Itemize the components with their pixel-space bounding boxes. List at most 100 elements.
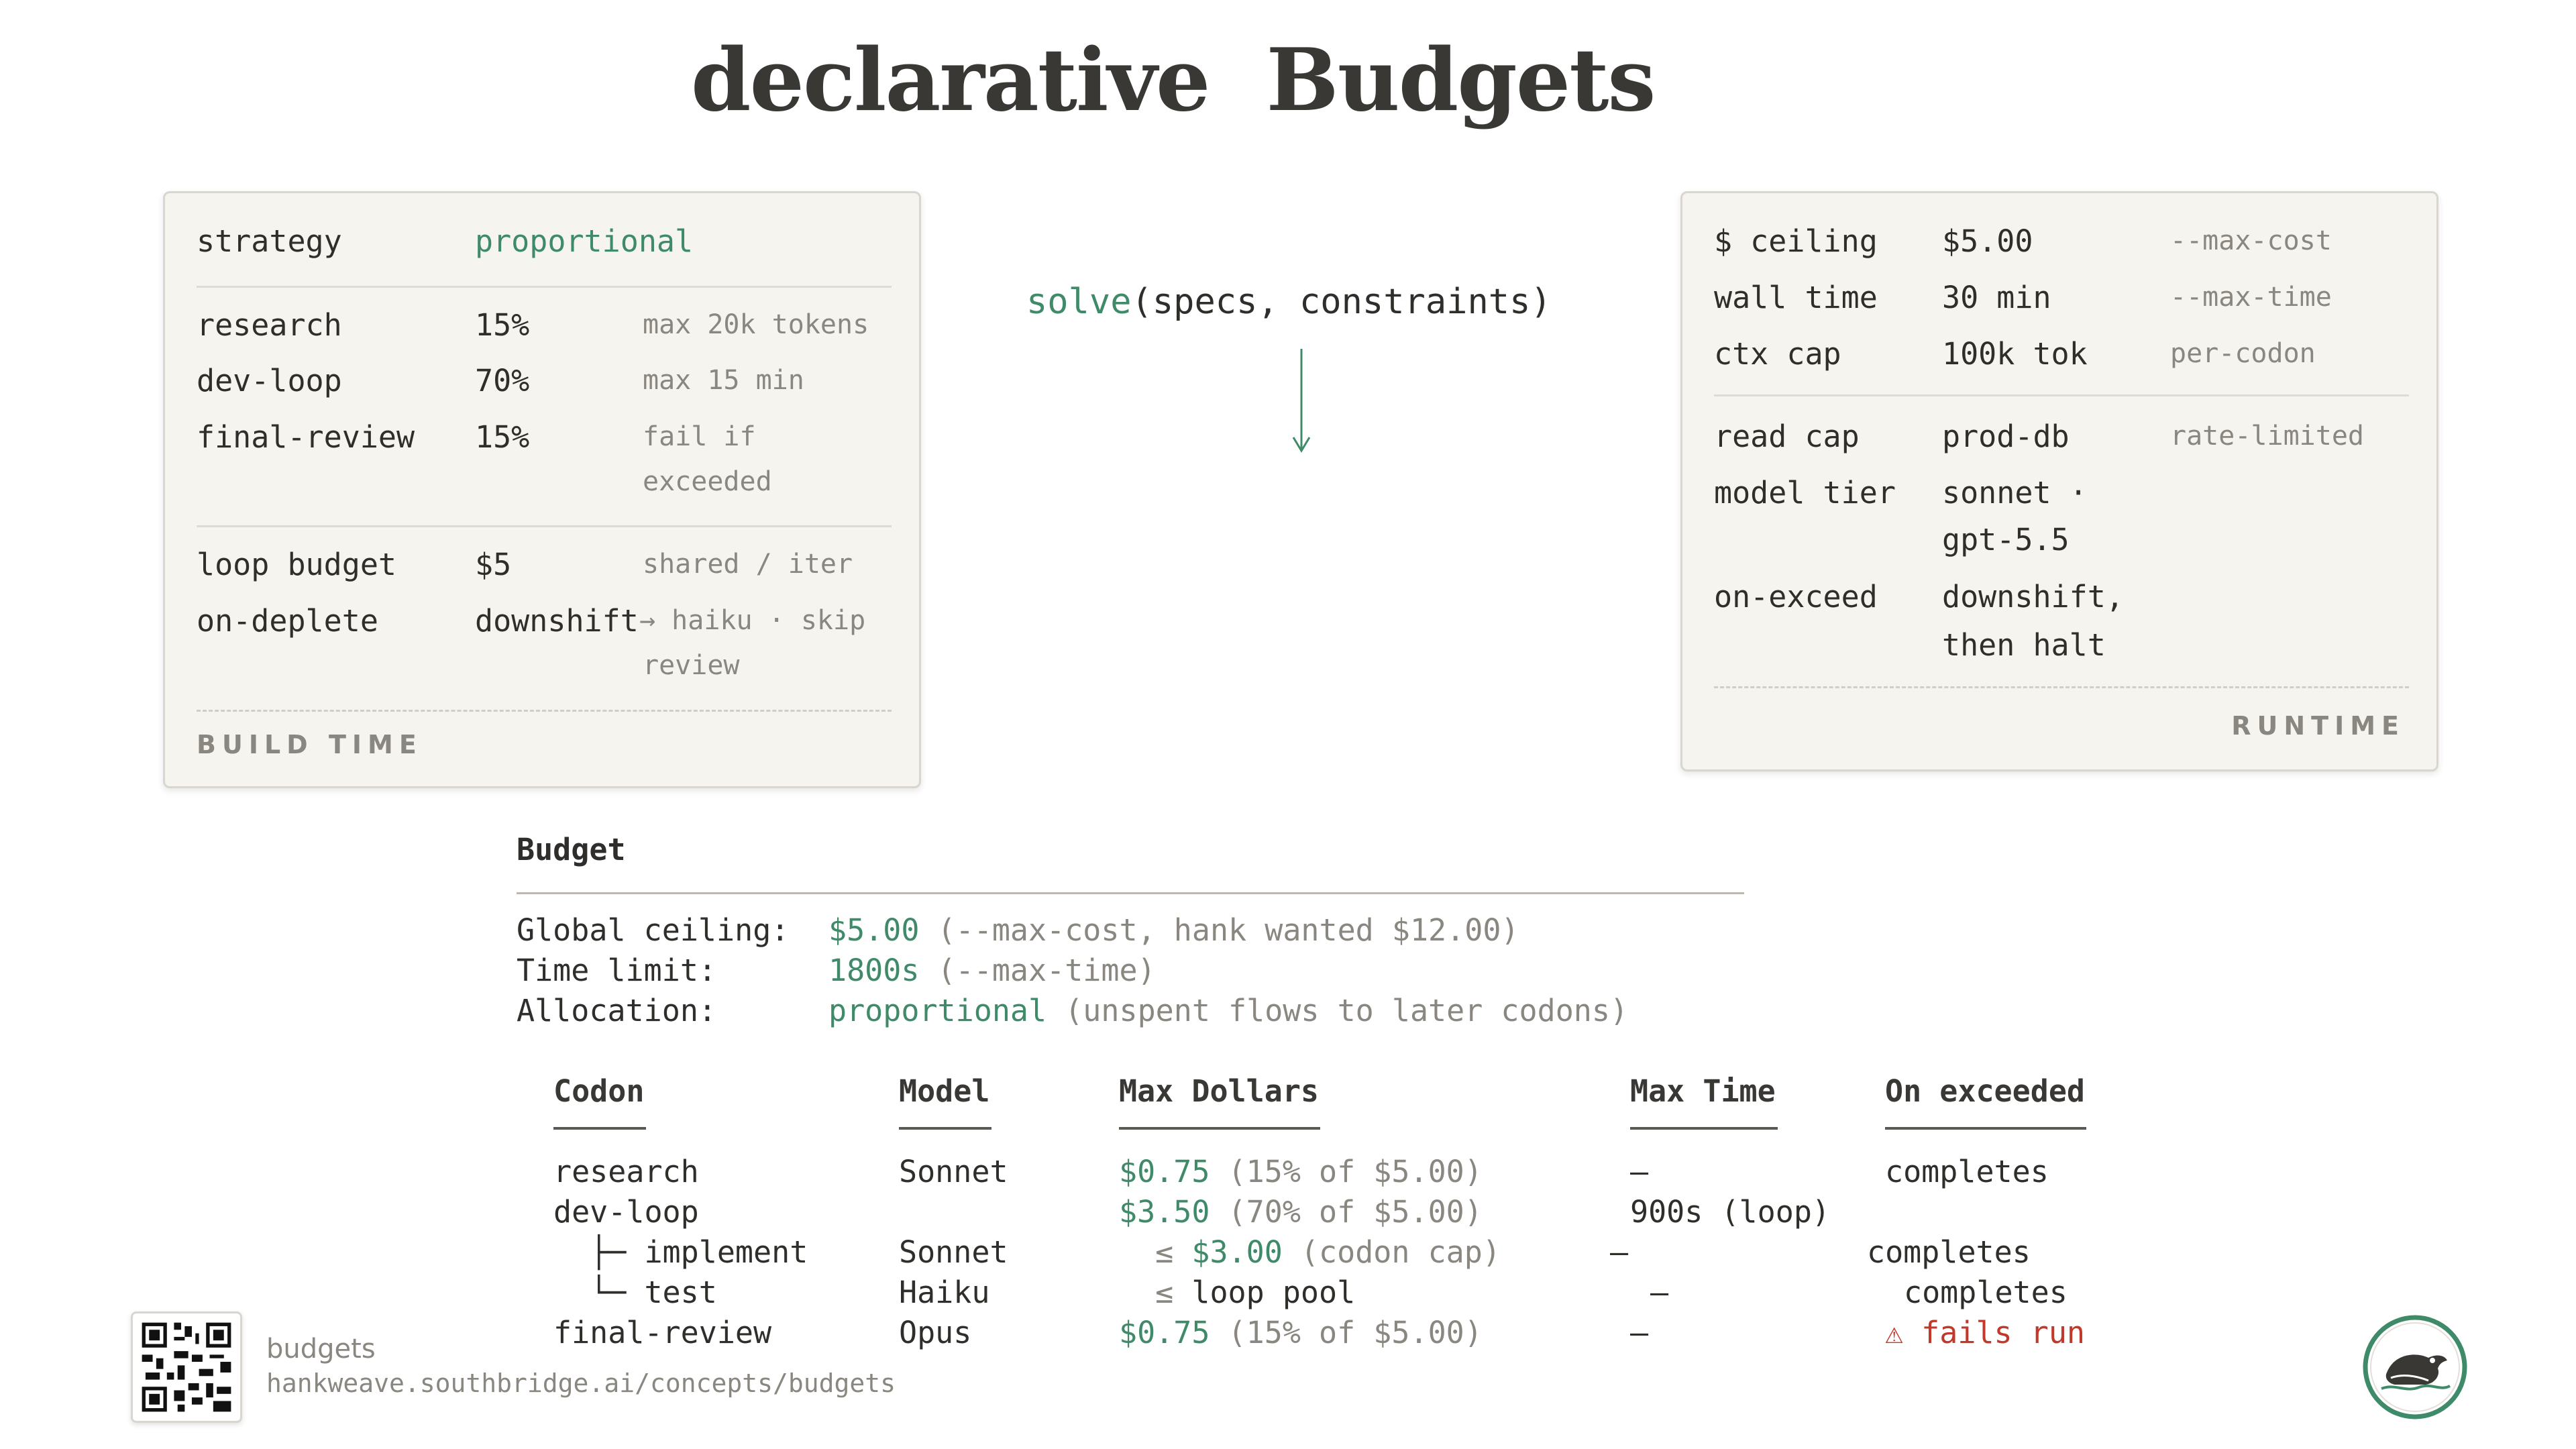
on-deplete-note: → haiku · skip xyxy=(639,605,866,636)
build-time-panel: strategy proportional research 15% max 2… xyxy=(163,191,921,788)
table-row-model: Sonnet xyxy=(899,1234,1008,1270)
footer-page-name: budgets xyxy=(266,1334,376,1364)
header-underline xyxy=(1885,1127,2086,1130)
table-row-model: Haiku xyxy=(899,1275,990,1310)
runtime-panel: $ ceiling $5.00 --max-cost wall time 30 … xyxy=(1680,191,2438,771)
alloc-value: 70% xyxy=(475,363,530,398)
table-row-exceeded: completes xyxy=(1867,1234,2031,1270)
runtime-key: model tier xyxy=(1714,475,1896,511)
alloc-value: 15% xyxy=(475,307,530,343)
table-row-time: 900s (loop) xyxy=(1630,1194,1831,1230)
alloc-note-cont: exceeded xyxy=(643,466,772,497)
table-row-dollars: ≤ $3.00 (codon cap) xyxy=(1119,1234,1501,1270)
runtime-key: ctx cap xyxy=(1714,336,1841,372)
alloc-note: max 20k tokens xyxy=(643,309,869,340)
table-row-exceeded: completes xyxy=(1904,1275,2068,1310)
dollars-prefix: ≤ xyxy=(1119,1234,1192,1270)
footer-url-link[interactable]: hankweave.southbridge.ai/concepts/budget… xyxy=(266,1368,896,1398)
alloc-note: max 15 min xyxy=(643,365,804,396)
runtime-key: read cap xyxy=(1714,419,1860,454)
allocation-note: (unspent flows to later codons) xyxy=(1046,993,1629,1028)
strategy-key: strategy xyxy=(197,223,342,259)
loop-budget-value: $5 xyxy=(475,547,512,582)
qr-code-icon[interactable] xyxy=(131,1311,242,1423)
dollars-prefix: ≤ xyxy=(1119,1275,1192,1310)
time-limit-value: 1800s xyxy=(828,953,920,988)
table-row-dollars: $0.75 (15% of $5.00) xyxy=(1119,1154,1483,1189)
runtime-caption: RUNTIME xyxy=(2231,711,2405,741)
runtime-value-cont: gpt-5.5 xyxy=(1942,522,2070,557)
dollars-note: (15% of $5.00) xyxy=(1210,1154,1483,1189)
dollars-note: loop pool xyxy=(1191,1275,1356,1310)
allocation-value-group: proportional (unspent flows to later cod… xyxy=(828,993,1628,1028)
table-row-dollars: $0.75 (15% of $5.00) xyxy=(1119,1315,1483,1350)
qr-code-graphic xyxy=(135,1316,238,1419)
divider xyxy=(1714,686,2409,688)
on-deplete-value: downshift xyxy=(475,603,639,639)
on-deplete-note-cont: review xyxy=(643,650,740,681)
table-row-codon: ├─ implement xyxy=(553,1234,808,1270)
solve-function: solve xyxy=(1026,282,1132,322)
on-deplete-key: on-deplete xyxy=(197,603,378,639)
table-row-codon: └─ test xyxy=(553,1275,717,1310)
divider xyxy=(197,525,892,527)
runtime-note: per-codon xyxy=(2170,338,2316,369)
runtime-value: 100k tok xyxy=(1942,336,2088,372)
table-row-time: — xyxy=(1650,1275,1669,1310)
global-ceiling-note: (--max-cost, hank wanted $12.00) xyxy=(919,912,1519,948)
runtime-key: wall time xyxy=(1714,280,1878,315)
loop-budget-note: shared / iter xyxy=(643,549,853,580)
allocation-label: Allocation: xyxy=(517,993,717,1028)
budget-rule xyxy=(517,892,1744,894)
runtime-value: sonnet · xyxy=(1942,475,2088,511)
table-row-model: Opus xyxy=(899,1315,972,1350)
table-row-exceeded-fail: ⚠ fails run xyxy=(1885,1315,2086,1350)
col-header-on-exceeded: On exceeded xyxy=(1885,1073,2086,1130)
time-limit-label: Time limit: xyxy=(517,953,717,988)
col-header-label: Max Dollars xyxy=(1119,1073,1320,1109)
runtime-value: downshift, xyxy=(1942,579,2124,614)
dollars-note: (codon cap) xyxy=(1282,1234,1501,1270)
table-row-time: — xyxy=(1630,1315,1649,1350)
dollars-value: $3.00 xyxy=(1191,1234,1283,1270)
dollars-value: $0.75 xyxy=(1119,1315,1210,1350)
header-underline xyxy=(553,1127,646,1130)
dollars-value: $0.75 xyxy=(1119,1154,1210,1189)
runtime-key: on-exceed xyxy=(1714,579,1878,614)
table-row-codon: dev-loop xyxy=(553,1194,699,1230)
col-header-label: Codon xyxy=(553,1073,645,1109)
col-header-label: On exceeded xyxy=(1885,1073,2086,1109)
global-ceiling-value-group: $5.00 (--max-cost, hank wanted $12.00) xyxy=(828,912,1519,948)
alloc-key: research xyxy=(197,307,342,343)
col-header-label: Max Time xyxy=(1630,1073,1776,1109)
hankweave-logo-icon xyxy=(2363,1315,2467,1419)
budget-heading: Budget xyxy=(517,832,626,867)
table-row-exceeded: completes xyxy=(1885,1154,2049,1189)
runtime-key: $ ceiling xyxy=(1714,223,1878,259)
col-header-max-dollars: Max Dollars xyxy=(1119,1073,1320,1130)
header-underline xyxy=(1630,1127,1778,1130)
runtime-note: --max-time xyxy=(2170,282,2332,313)
allocation-value: proportional xyxy=(828,993,1047,1028)
col-header-codon: Codon xyxy=(553,1073,646,1130)
table-row-model: Sonnet xyxy=(899,1154,1008,1189)
divider xyxy=(197,286,892,288)
table-row-dollars: $3.50 (70% of $5.00) xyxy=(1119,1194,1483,1230)
runtime-value-cont: then halt xyxy=(1942,627,2106,663)
alloc-value: 15% xyxy=(475,419,530,455)
runtime-note: --max-cost xyxy=(2170,225,2332,256)
col-header-label: Model xyxy=(899,1073,990,1109)
alloc-note: fail if xyxy=(643,421,756,452)
time-limit-note: (--max-time) xyxy=(919,953,1156,988)
header-underline xyxy=(899,1127,991,1130)
table-row-time: — xyxy=(1610,1234,1629,1270)
table-row-codon: final-review xyxy=(553,1315,772,1350)
runtime-value: 30 min xyxy=(1942,280,2051,315)
alloc-key: dev-loop xyxy=(197,363,342,398)
dollars-value: $3.50 xyxy=(1119,1194,1210,1230)
divider xyxy=(197,710,892,712)
alloc-key: final-review xyxy=(197,419,415,455)
runtime-value: $5.00 xyxy=(1942,223,2033,259)
table-row-time: — xyxy=(1630,1154,1649,1189)
table-row-dollars: ≤ loop pool xyxy=(1119,1275,1355,1310)
